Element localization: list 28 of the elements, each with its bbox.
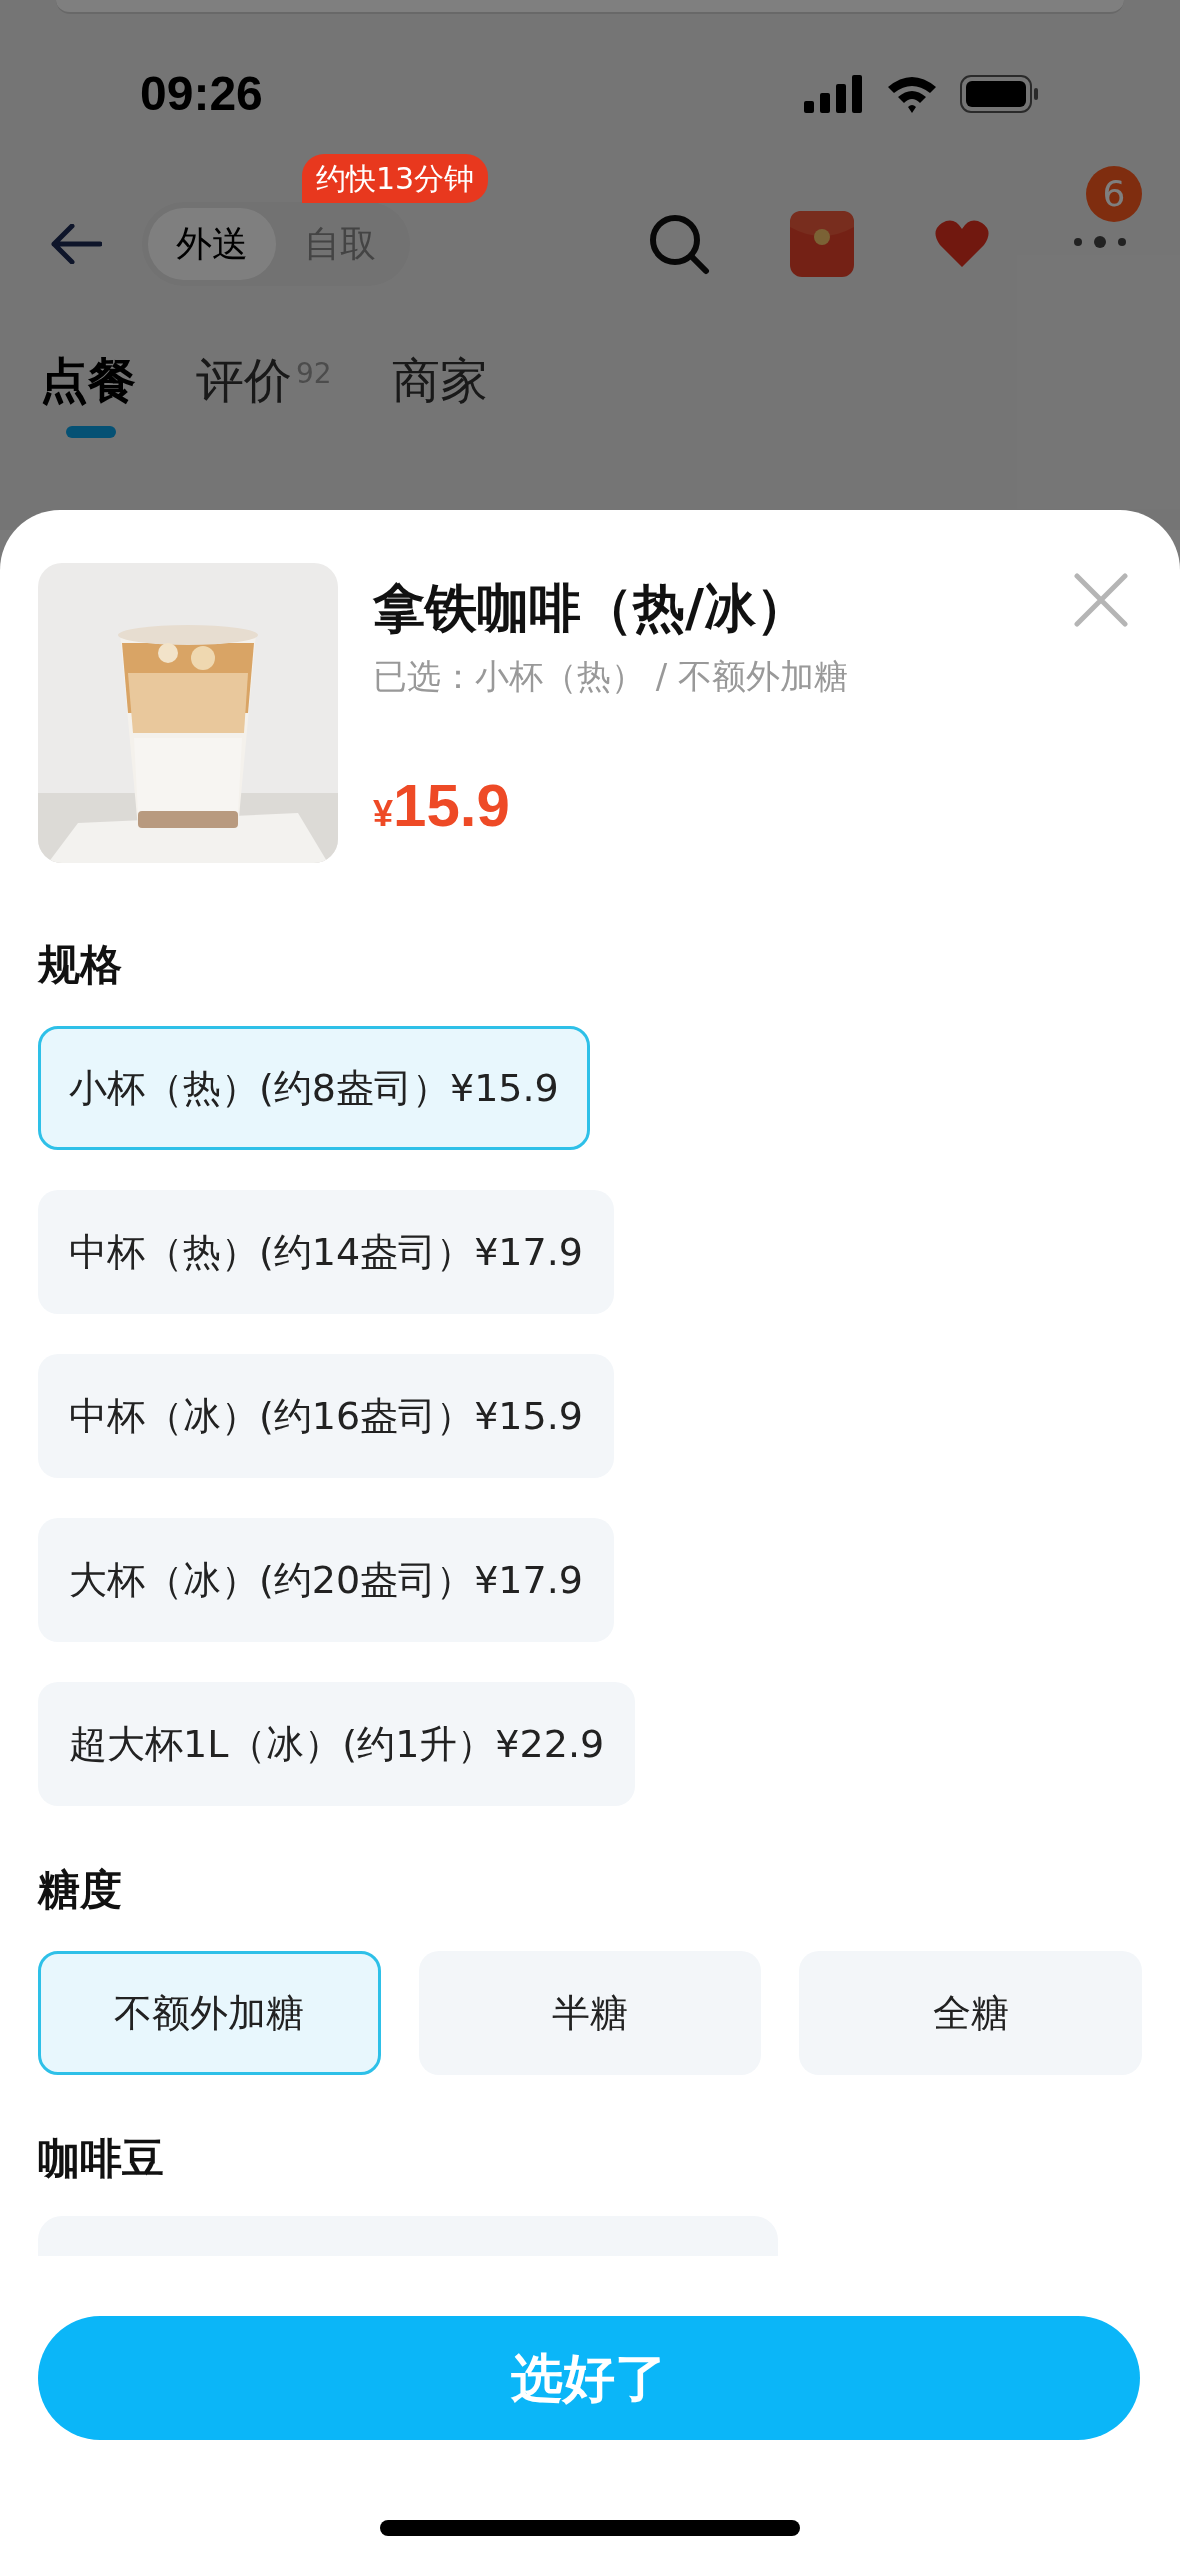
section-title: 糖度 (38, 1864, 123, 1916)
spec-option[interactable]: 大杯（冰）(约20盎司）¥17.9 (38, 1518, 614, 1642)
product-title: 拿铁咖啡（热/冰） (373, 577, 809, 640)
close-icon[interactable] (1074, 573, 1128, 627)
sweetness-option[interactable]: 半糖 (418, 1951, 762, 2075)
selection-summary: 已选：小杯（热） / 不额外加糖 (373, 655, 850, 698)
mode-option[interactable]: 外送 (148, 208, 276, 280)
time-saving-badge: 约快13分钟 (302, 154, 489, 203)
tab[interactable]: 商家 (391, 344, 488, 416)
section-title: 规格 (38, 939, 123, 991)
sweetness-option[interactable]: 不额外加糖 (38, 1951, 381, 2075)
notification-badge: 6 (1086, 166, 1142, 222)
back-arrow-icon[interactable] (50, 224, 102, 264)
product-price: ¥15.9 (373, 771, 511, 841)
spec-option[interactable]: 中杯（热）(约14盎司）¥17.9 (38, 1190, 614, 1314)
wifi-icon (886, 75, 938, 113)
signal-icon (804, 75, 864, 113)
status-time: 09:26 (140, 66, 263, 122)
battery-icon (960, 75, 1040, 113)
spec-option[interactable]: 超大杯1L（冰）(约1升）¥22.9 (38, 1682, 636, 1806)
sweetness-option[interactable]: 全糖 (799, 1951, 1142, 2075)
heart-icon[interactable] (934, 219, 990, 269)
spec-option[interactable]: 小杯（热）(约8盎司）¥15.9 (38, 1026, 590, 1150)
tab[interactable]: 点餐 (40, 344, 136, 438)
section-title: 咖啡豆 (38, 2133, 165, 2185)
envelope-icon[interactable] (790, 211, 854, 277)
search-icon[interactable] (648, 213, 710, 275)
spec-option[interactable]: 中杯（冰）(约16盎司）¥15.9 (38, 1354, 614, 1478)
